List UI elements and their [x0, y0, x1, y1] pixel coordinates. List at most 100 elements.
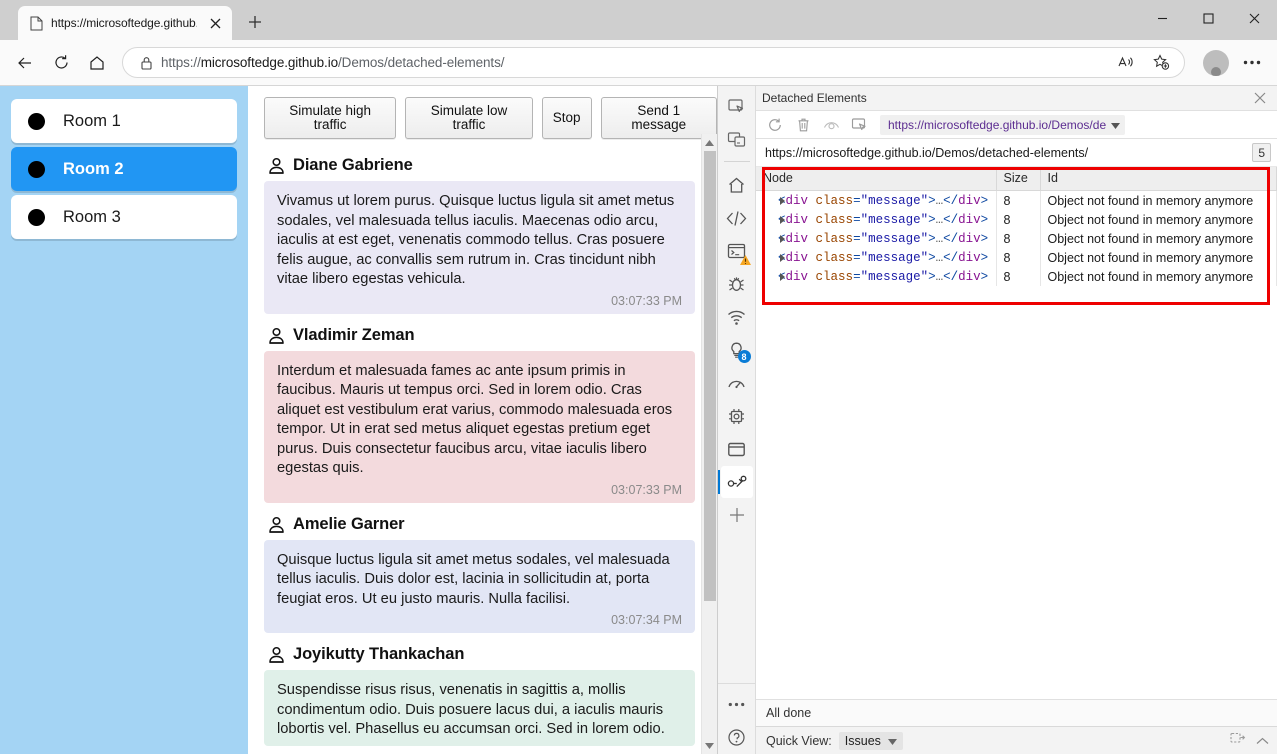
- avatar-icon: [268, 646, 285, 663]
- maximize-icon[interactable]: [1185, 0, 1231, 36]
- message-item: Vladimir Zeman Interdum et malesuada fam…: [264, 317, 695, 503]
- quick-view-value: Issues: [844, 733, 881, 748]
- avatar-icon: [268, 327, 285, 344]
- close-icon[interactable]: [1249, 88, 1271, 108]
- tab-title: https://microsoftedge.github.io/D: [51, 16, 197, 30]
- message-author: Diane Gabriene: [293, 156, 413, 174]
- inspect-element-icon[interactable]: [721, 90, 753, 122]
- elements-code-icon[interactable]: [721, 202, 753, 234]
- simulate-low-traffic-button[interactable]: Simulate low traffic: [405, 97, 533, 139]
- room-item-2[interactable]: Room 2: [11, 147, 237, 191]
- issues-count-badge: 8: [737, 350, 751, 363]
- dock-panel-icon[interactable]: [1230, 731, 1246, 750]
- message-author: Amelie Garner: [293, 514, 405, 533]
- window-controls: [1139, 0, 1277, 40]
- window-close-icon[interactable]: [1231, 0, 1277, 36]
- scrollbar-thumb[interactable]: [704, 151, 716, 601]
- url-scheme: https://: [161, 55, 201, 70]
- url-host: microsoftedge.github.io: [200, 55, 339, 70]
- title-bar: https://microsoftedge.github.io/D: [0, 0, 1277, 40]
- message-header: Vladimir Zeman: [264, 317, 695, 351]
- avatar[interactable]: [4, 49, 1229, 754]
- add-tool-plus-icon[interactable]: [721, 499, 753, 531]
- devtools-main: Detached Elements https://microsoftedge.…: [756, 86, 1277, 754]
- room-item-3[interactable]: Room 3: [11, 195, 237, 239]
- message-text: Quisque luctus ligula sit amet metus sod…: [277, 551, 670, 607]
- devtools-activity-bar: 8: [717, 86, 756, 754]
- page-scrollbar[interactable]: [701, 134, 717, 754]
- more-tools-icon[interactable]: [721, 688, 753, 720]
- message-item: Joyikutty Thankachan Suspendisse risus r…: [264, 636, 695, 746]
- page-icon: [28, 15, 44, 31]
- target-url-row: https://microsoftedge.github.io/Demos/de…: [756, 139, 1277, 167]
- message-header: Diane Gabriene: [264, 147, 695, 181]
- eye-icon[interactable]: [818, 114, 844, 136]
- close-icon[interactable]: [204, 12, 226, 34]
- viewport: Room 1 Room 2 Room 3 Simulate high traff…: [0, 85, 1277, 754]
- send-message-button[interactable]: Send 1 message: [600, 97, 717, 139]
- message-text: Suspendisse risus risus, venenatis in sa…: [277, 682, 665, 737]
- message-header: Joyikutty Thankachan: [264, 636, 695, 670]
- chat-panel: Simulate high traffic Simulate low traff…: [248, 86, 717, 754]
- add-favorite-icon[interactable]: [1144, 46, 1178, 80]
- browser-window: https://microsoftedge.github.io/D: [0, 0, 1277, 754]
- divider: [723, 161, 750, 162]
- home-icon[interactable]: [80, 46, 114, 80]
- room-label: Room 3: [63, 207, 121, 226]
- chevron-up-icon[interactable]: [1256, 732, 1269, 750]
- detached-elements-icon[interactable]: [717, 466, 753, 498]
- read-aloud-icon[interactable]: [1108, 46, 1142, 80]
- memory-chip-icon[interactable]: [721, 400, 753, 432]
- target-select[interactable]: https://microsoftedge.github.io/Demos/de: [880, 114, 1126, 135]
- divider: [718, 683, 755, 684]
- room-label: Room 1: [63, 111, 121, 130]
- console-icon[interactable]: [721, 235, 753, 267]
- browser-tab[interactable]: https://microsoftedge.github.io/D: [18, 6, 232, 40]
- devtools-panel-header: Detached Elements: [756, 86, 1277, 111]
- minimize-icon[interactable]: [1139, 0, 1185, 36]
- room-item-1[interactable]: Room 1: [11, 99, 237, 143]
- rooms-sidebar: Room 1 Room 2 Room 3: [0, 86, 248, 754]
- message-text: Vivamus ut lorem purus. Quisque luctus l…: [277, 193, 675, 287]
- reload-icon[interactable]: [44, 46, 78, 80]
- detached-count-badge: 5: [1252, 143, 1271, 162]
- devtools-toolbar: https://microsoftedge.github.io/Demos/de: [756, 111, 1277, 139]
- navigation-bar: https://microsoftedge.github.io/Demos/de…: [0, 40, 1277, 754]
- issues-lightbulb-icon[interactable]: 8: [721, 334, 753, 366]
- simulate-high-traffic-button[interactable]: Simulate high traffic: [264, 97, 397, 139]
- message-bubble: Interdum et malesuada fames ac ante ipsu…: [264, 350, 695, 503]
- address-bar-url: https://microsoftedge.github.io/Demos/de…: [161, 55, 504, 70]
- chevron-down-icon: [1111, 118, 1121, 132]
- performance-icon[interactable]: [721, 367, 753, 399]
- highlight-box: [762, 167, 1270, 305]
- back-icon[interactable]: [8, 46, 42, 80]
- message-timestamp: 03:07:33 PM: [611, 482, 682, 497]
- cursor-select-icon[interactable]: [846, 114, 872, 136]
- sources-debugger-icon[interactable]: [721, 268, 753, 300]
- network-icon[interactable]: [721, 301, 753, 333]
- scroll-up-arrow[interactable]: [702, 134, 717, 151]
- help-question-icon[interactable]: [721, 721, 753, 753]
- refresh-icon[interactable]: [762, 114, 788, 136]
- address-bar[interactable]: https://microsoftedge.github.io/Demos/de…: [122, 47, 1185, 78]
- new-tab-button[interactable]: [240, 7, 270, 37]
- lock-icon: [135, 52, 157, 74]
- scroll-down-arrow[interactable]: [702, 737, 717, 754]
- room-status-dot: [28, 160, 45, 178]
- message-bubble: Vivamus ut lorem purus. Quisque luctus l…: [264, 181, 695, 314]
- trash-icon[interactable]: [790, 114, 816, 136]
- application-window-icon[interactable]: [721, 433, 753, 465]
- device-emulation-icon[interactable]: [721, 123, 753, 155]
- message-text: Interdum et malesuada fames ac ante ipsu…: [277, 362, 673, 477]
- room-status-dot: [28, 112, 45, 130]
- chat-toolbar: Simulate high traffic Simulate low traff…: [248, 86, 717, 145]
- stop-button[interactable]: Stop: [541, 97, 592, 139]
- message-header: Amelie Garner: [264, 506, 695, 540]
- warning-badge-icon: [739, 253, 751, 265]
- quick-view-select[interactable]: Issues: [838, 731, 903, 750]
- welcome-home-icon[interactable]: [721, 169, 753, 201]
- browser-settings-icon[interactable]: [1235, 46, 1269, 80]
- message-item: Amelie Garner Quisque luctus ligula sit …: [264, 506, 695, 633]
- message-list[interactable]: Diane Gabriene Vivamus ut lorem purus. Q…: [248, 145, 717, 754]
- message-author: Joyikutty Thankachan: [293, 645, 465, 663]
